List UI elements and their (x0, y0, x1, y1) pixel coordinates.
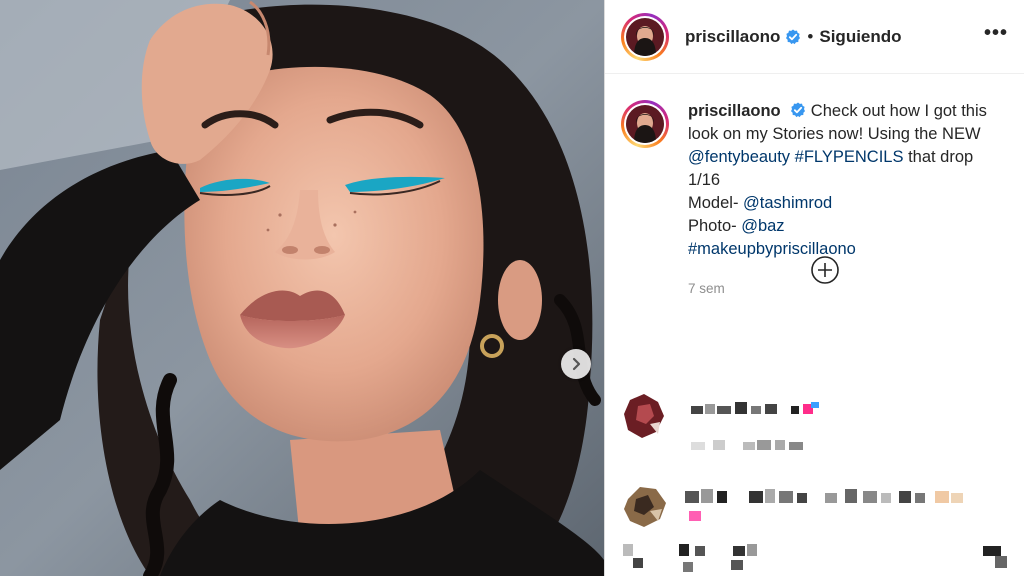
portrait-illustration (0, 0, 604, 576)
post-timestamp[interactable]: 7 sem (688, 277, 1004, 300)
comment-text-obscured (691, 402, 819, 450)
caption-text: priscillaono Check out how I got this lo… (688, 100, 1004, 300)
caption-line-3-tail: that drop (903, 148, 974, 166)
post-photo[interactable] (0, 0, 604, 576)
verified-badge-icon (786, 29, 801, 44)
comment-text-obscured (623, 544, 1007, 572)
post-header: priscillaono • Siguiendo ••• (605, 0, 1024, 74)
profile-photo (626, 105, 664, 143)
chevron-right-icon (572, 357, 581, 371)
comment-text-obscured (685, 489, 963, 521)
photo-label: Photo- (688, 217, 742, 235)
hashtag-flypencils[interactable]: #FLYPENCILS (795, 148, 904, 166)
avatar[interactable] (621, 12, 669, 61)
caption-line-2: look on my Stories now! Using the NEW (688, 125, 981, 143)
following-button[interactable]: Siguiendo (819, 27, 901, 47)
plus-circle-icon[interactable] (810, 255, 840, 285)
model-label: Model- (688, 194, 744, 212)
header-username[interactable]: priscillaono (685, 27, 780, 47)
more-options-icon[interactable]: ••• (984, 22, 1008, 45)
comment-avatar[interactable] (620, 481, 670, 531)
mention-fentybeauty[interactable]: @fentybeauty (688, 148, 790, 166)
profile-photo (626, 17, 664, 56)
caption-avatar[interactable] (621, 100, 669, 148)
instagram-post-view: priscillaono • Siguiendo ••• priscillaon… (0, 0, 1024, 576)
caption-username[interactable]: priscillaono (688, 102, 781, 120)
comment-avatar[interactable] (620, 392, 670, 442)
post-detail-panel: priscillaono • Siguiendo ••• priscillaon… (604, 0, 1024, 576)
next-photo-button[interactable] (561, 349, 591, 379)
header-separator: • (807, 26, 814, 46)
caption-line-4: 1/16 (688, 171, 721, 189)
mention-tashimrod[interactable]: @tashimrod (743, 194, 832, 212)
caption-line-1: Check out how I got this (810, 102, 987, 120)
verified-badge-icon (791, 102, 806, 118)
mention-baz[interactable]: @baz (741, 217, 784, 235)
